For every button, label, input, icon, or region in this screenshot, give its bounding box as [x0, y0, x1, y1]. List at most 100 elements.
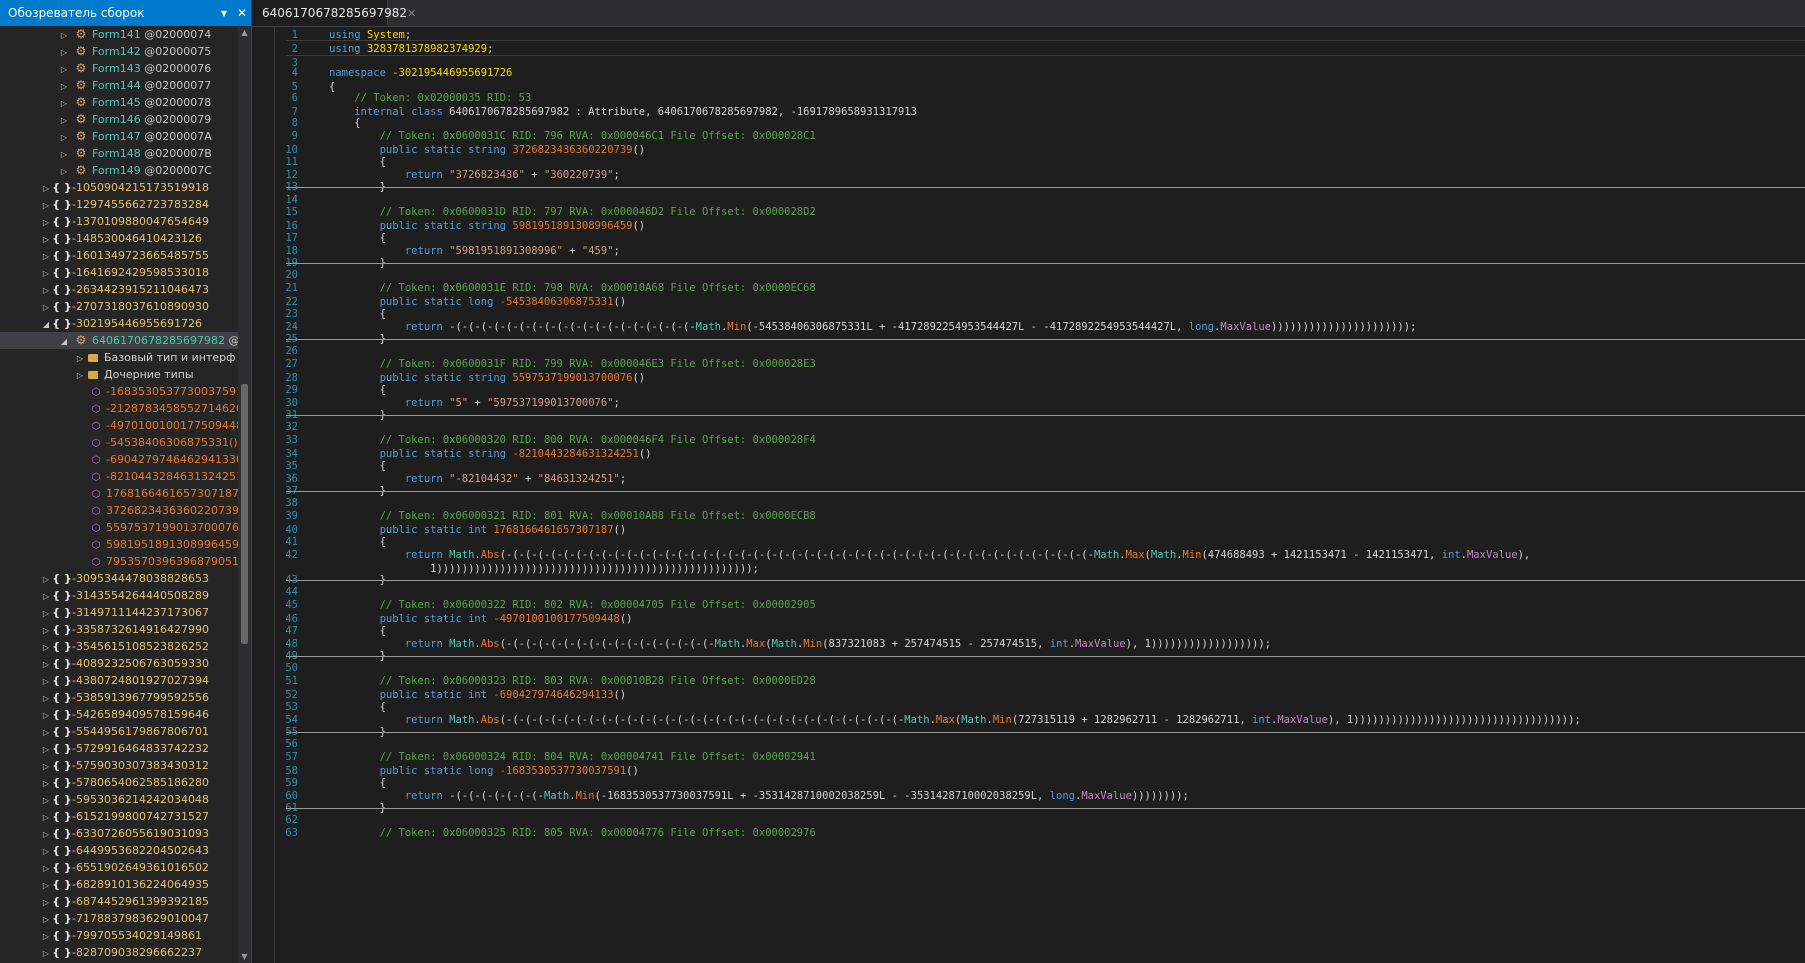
- tree-row[interactable]: ▷{ }-1050904215173519918: [0, 179, 238, 196]
- tree-row[interactable]: ▷{ }-4089232506763059330: [0, 655, 238, 672]
- tree-row[interactable]: ▷{ }-4380724801927027394: [0, 672, 238, 689]
- expand-arrow-icon[interactable]: ▷: [58, 44, 70, 61]
- expand-arrow-icon[interactable]: ▷: [58, 129, 70, 146]
- expand-arrow-icon[interactable]: ◢: [58, 333, 70, 350]
- code-line[interactable]: 9 // Token: 0x0600031C RID: 796 RVA: 0x0…: [252, 129, 1805, 143]
- expand-arrow-icon[interactable]: ▷: [40, 809, 52, 826]
- tree-row[interactable]: ▷{ }-3358732614916427990: [0, 621, 238, 638]
- tree-row[interactable]: ▷{ }-5780654062585186280: [0, 774, 238, 791]
- tree-row[interactable]: ▷{ }-1641692429598533018: [0, 264, 238, 281]
- code-line[interactable]: 32: [252, 420, 1805, 434]
- tree-row[interactable]: ▷{ }-2634423915211046473: [0, 281, 238, 298]
- close-icon[interactable]: ✕: [233, 6, 251, 20]
- expand-arrow-icon[interactable]: ▷: [40, 282, 52, 299]
- tree-row[interactable]: ▷{ }-6449953682204502643: [0, 842, 238, 859]
- expand-arrow-icon[interactable]: ▷: [40, 877, 52, 894]
- code-line[interactable]: 21 // Token: 0x0600031E RID: 798 RVA: 0x…: [252, 281, 1805, 295]
- code-editor[interactable]: 1 using System; 2 using 3283781378982374929…: [252, 27, 1805, 963]
- code-line[interactable]: 53 {: [252, 700, 1805, 714]
- code-line[interactable]: 35 {: [252, 459, 1805, 473]
- expand-arrow-icon[interactable]: ▷: [40, 860, 52, 877]
- tree-row[interactable]: ▷ ⚙ Form141 @02000074: [0, 26, 238, 43]
- expand-arrow-icon[interactable]: ▷: [40, 894, 52, 911]
- tree-row[interactable]: ⬡ 17681664616573071870: [0, 485, 238, 502]
- dropdown-icon[interactable]: ▾: [215, 6, 233, 20]
- tree-row[interactable]: ▷ ⚙ Form144 @02000077: [0, 77, 238, 94]
- expand-arrow-icon[interactable]: ▷: [40, 673, 52, 690]
- code-line[interactable]: 62: [252, 813, 1805, 827]
- code-line[interactable]: 45 // Token: 0x06000322 RID: 802 RVA: 0x…: [252, 598, 1805, 612]
- expand-arrow-icon[interactable]: ▷: [58, 95, 70, 112]
- tree-row[interactable]: ▷{ }-3095344478038828653: [0, 570, 238, 587]
- expand-arrow-icon[interactable]: ▷: [74, 350, 86, 367]
- tree-row[interactable]: ⬡ 55975371990137000760: [0, 519, 238, 536]
- expand-arrow-icon[interactable]: ▷: [58, 112, 70, 129]
- expand-arrow-icon[interactable]: ▷: [40, 588, 52, 605]
- tree-row[interactable]: ⬡ 59819518913089964590: [0, 536, 238, 553]
- tree-row[interactable]: ▷{ }-7178837983629010047: [0, 910, 238, 927]
- expand-arrow-icon[interactable]: ▷: [40, 690, 52, 707]
- tree-row[interactable]: ▷{ }-828709038296662237: [0, 944, 238, 961]
- tree-row[interactable]: ▷ ⚙ Form147 @0200007A: [0, 128, 238, 145]
- expand-arrow-icon[interactable]: ▷: [40, 724, 52, 741]
- tree-row[interactable]: ◢{ }-302195446955691726: [0, 315, 238, 332]
- tree-row[interactable]: ▷{ }-3143554264440508289: [0, 587, 238, 604]
- tree-row[interactable]: ▷ ⚙ Form148 @0200007B: [0, 145, 238, 162]
- scrollbar-thumb[interactable]: [241, 384, 248, 644]
- tree-row[interactable]: ▷{ }-6874452961399392185: [0, 893, 238, 910]
- expand-arrow-icon[interactable]: ◢: [40, 316, 52, 333]
- tree-row[interactable]: ▷ ⚙ Form145 @02000078: [0, 94, 238, 111]
- code-line[interactable]: 44: [252, 585, 1805, 599]
- expand-arrow-icon[interactable]: ▷: [40, 945, 52, 962]
- code-line[interactable]: 8 {: [252, 116, 1805, 130]
- expand-arrow-icon[interactable]: ▷: [58, 146, 70, 163]
- tab-class[interactable]: 6406170678285697982 ✕: [252, 0, 416, 26]
- tree-row[interactable]: ⬡ -4970100100177509448: [0, 417, 238, 434]
- expand-arrow-icon[interactable]: ▷: [58, 27, 70, 44]
- code-line[interactable]: 38: [252, 496, 1805, 510]
- tree-row[interactable]: ▷{ }-5953036214242034048: [0, 791, 238, 808]
- tree-row[interactable]: ▷{ }-5759030307383430312: [0, 757, 238, 774]
- expand-arrow-icon[interactable]: ▷: [58, 78, 70, 95]
- tree-row[interactable]: ⬡ -8210443284631324251: [0, 468, 238, 485]
- expand-arrow-icon[interactable]: ▷: [40, 826, 52, 843]
- expand-arrow-icon[interactable]: ▷: [40, 656, 52, 673]
- code-line[interactable]: 26: [252, 344, 1805, 358]
- tree-row[interactable]: ⬡ 37268234363602207390: [0, 502, 238, 519]
- code-line[interactable]: 56: [252, 737, 1805, 751]
- tree-row[interactable]: ◢ ⚙ 6406170678285697982 @0: [0, 332, 238, 349]
- code-line[interactable]: 1 using System;: [252, 28, 1805, 42]
- tree-row[interactable]: ▷{ }-1297455662723783284: [0, 196, 238, 213]
- tree-row[interactable]: ▷{ }-6828910136224064935: [0, 876, 238, 893]
- code-line[interactable]: 11 {: [252, 155, 1805, 169]
- expand-arrow-icon[interactable]: ▷: [40, 928, 52, 945]
- code-line[interactable]: 51 // Token: 0x06000323 RID: 803 RVA: 0x…: [252, 674, 1805, 688]
- expand-arrow-icon[interactable]: ▷: [40, 197, 52, 214]
- code-line[interactable]: 57 // Token: 0x06000324 RID: 804 RVA: 0x…: [252, 750, 1805, 764]
- code-line[interactable]: 42 return Math.Abs(-(-(-(-(-(-(-(-(-(-(-…: [252, 548, 1805, 562]
- tab-close-icon[interactable]: ✕: [407, 7, 416, 20]
- code-line[interactable]: 2 using 3283781378982374929;: [252, 42, 1805, 56]
- expand-arrow-icon[interactable]: ▷: [40, 299, 52, 316]
- code-line[interactable]: 63 // Token: 0x06000325 RID: 805 RVA: 0x…: [252, 826, 1805, 840]
- expand-arrow-icon[interactable]: ▷: [40, 707, 52, 724]
- code-line[interactable]: 23 {: [252, 307, 1805, 321]
- tree-row[interactable]: ▷{ }-5426589409578159646: [0, 706, 238, 723]
- tree-row[interactable]: ▷ ⚙ Form149 @0200007C: [0, 162, 238, 179]
- scroll-up-icon[interactable]: ▲: [238, 28, 251, 37]
- tree-row[interactable]: ▷{ }-7997055340291498​61: [0, 927, 238, 944]
- tree-row[interactable]: ▷{ }-1601349723665485755: [0, 247, 238, 264]
- code-line[interactable]: 50: [252, 661, 1805, 675]
- tree-row[interactable]: ⬡ -54538406306875331(): [0, 434, 238, 451]
- tree-row[interactable]: ▷{ }-6551902649361016502: [0, 859, 238, 876]
- expand-arrow-icon[interactable]: ▷: [40, 214, 52, 231]
- code-line[interactable]: 39 // Token: 0x06000321 RID: 801 RVA: 0x…: [252, 509, 1805, 523]
- tree-row[interactable]: ▷ ⚙ Form143 @02000076: [0, 60, 238, 77]
- code-line[interactable]: 41 {: [252, 535, 1805, 549]
- expand-arrow-icon[interactable]: ▷: [40, 843, 52, 860]
- expand-arrow-icon[interactable]: ▷: [40, 231, 52, 248]
- tree-row[interactable]: ⬡ -2128783458552714620: [0, 400, 238, 417]
- tree-row[interactable]: ▷{ }-5385913967799592556: [0, 689, 238, 706]
- tree-scrollbar[interactable]: ▲ ▼: [238, 26, 251, 963]
- expand-arrow-icon[interactable]: ▷: [40, 248, 52, 265]
